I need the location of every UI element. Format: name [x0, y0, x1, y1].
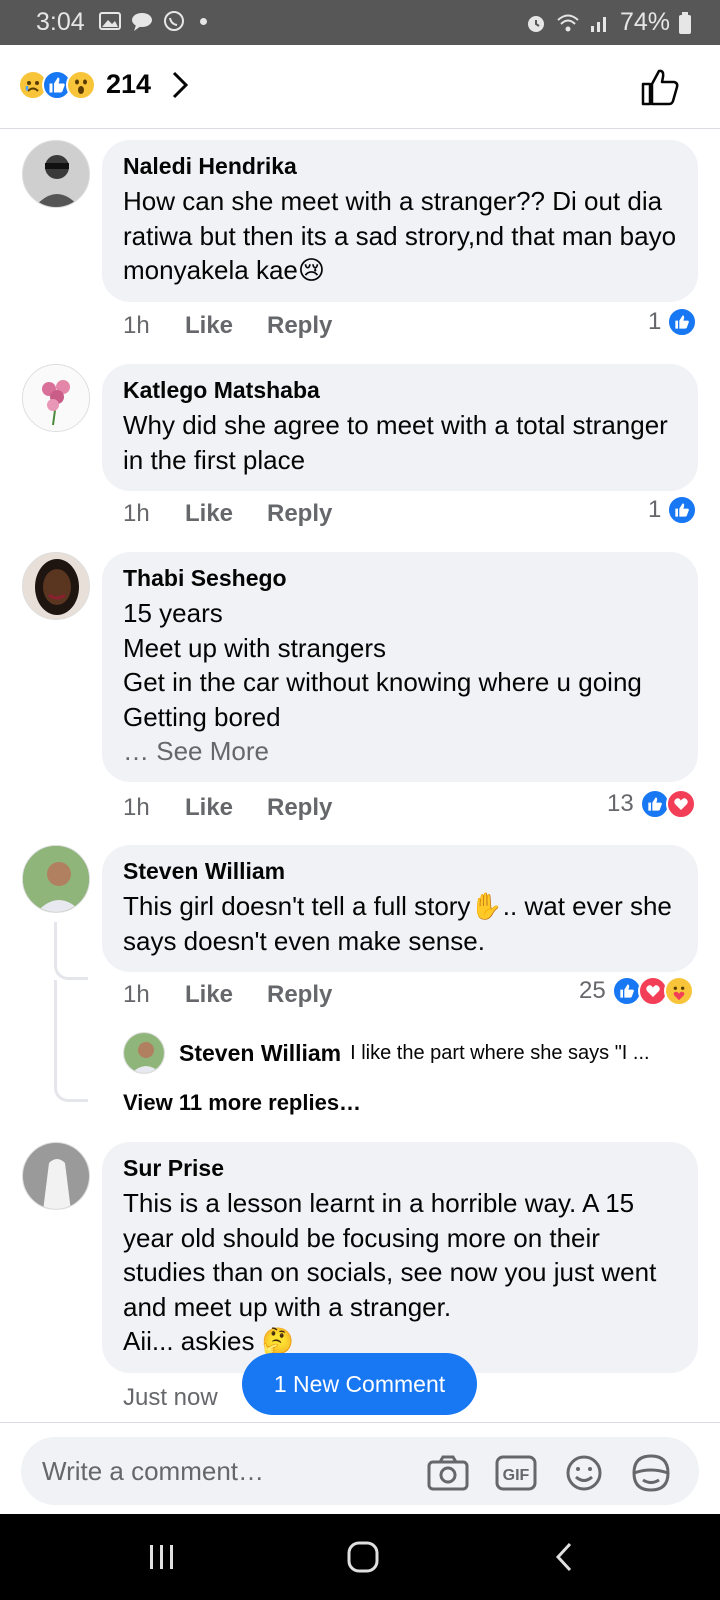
back-icon[interactable] [544, 1540, 584, 1574]
like-reaction-icon [667, 307, 698, 337]
wifi-icon [557, 14, 579, 31]
signal-icon [590, 16, 606, 32]
reaction-count: 25 [579, 977, 606, 1004]
like-reaction-icon [667, 495, 698, 525]
chevron-right-icon [173, 71, 189, 98]
thread-line [54, 980, 88, 1102]
gif-icon[interactable]: GIF [494, 1453, 538, 1493]
reactions-summary[interactable]: 214 [18, 69, 189, 100]
avatar[interactable] [22, 140, 90, 208]
reply-button[interactable]: Reply [267, 500, 332, 528]
reply-button[interactable]: Reply [267, 312, 332, 340]
reaction-count: 214 [106, 69, 152, 99]
composer-box: GIF [21, 1437, 699, 1505]
comment-text: Why did she agree to meet with a total s… [123, 410, 668, 475]
reaction-count: 1 [648, 308, 662, 335]
alarm-icon [527, 15, 544, 32]
recents-icon[interactable] [142, 1540, 182, 1574]
status-time: 3:04 [36, 8, 85, 36]
view-more-replies-link[interactable]: View 11 more replies… [123, 1090, 361, 1116]
reply-button[interactable]: Reply [267, 981, 332, 1009]
sticker-icon[interactable] [629, 1453, 673, 1493]
comment-author[interactable]: Naledi Hendrika [123, 152, 678, 180]
care-reaction-icon [663, 976, 694, 1006]
comment-text: This girl doesn't tell a full story✋.. w… [123, 891, 672, 956]
comment-text: How can she meet with a stranger?? Di ou… [123, 186, 677, 285]
comment-bubble[interactable]: Steven William This girl doesn't tell a … [102, 845, 698, 972]
reaction-count: 1 [648, 496, 662, 523]
love-reaction-icon [665, 789, 696, 819]
comment-bubble[interactable]: Katlego Matshaba Why did she agree to me… [102, 364, 698, 491]
thread-line [54, 922, 88, 980]
comment-time: 1h [123, 500, 150, 527]
comment-author[interactable]: Sur Prise [123, 1154, 678, 1182]
comment-author[interactable]: Steven William [123, 857, 678, 885]
like-button[interactable]: Like [185, 500, 267, 528]
comment-text: 15 years Meet up with strangers Get in t… [123, 598, 642, 732]
picture-icon [99, 12, 121, 30]
camera-icon[interactable] [426, 1453, 470, 1493]
see-more-link[interactable]: … See More [123, 734, 678, 768]
avatar[interactable] [123, 1032, 165, 1074]
reactions-header: 214 [0, 45, 720, 129]
avatar[interactable] [22, 845, 90, 913]
chat-icon [132, 13, 152, 31]
gif-label: GIF [503, 1467, 530, 1484]
reply-preview[interactable]: Steven William I like the part where she… [123, 1032, 650, 1074]
comment-bubble[interactable]: Thabi Seshego 15 years Meet up with stra… [102, 552, 698, 782]
comment-bubble[interactable]: Sur Prise This is a lesson learnt in a h… [102, 1142, 698, 1373]
comment-reactions[interactable]: 25 [579, 976, 694, 1006]
comment-bubble[interactable]: Naledi Hendrika How can she meet with a … [102, 140, 698, 302]
avatar[interactable] [22, 1142, 90, 1210]
reply-button[interactable]: Reply [267, 794, 332, 822]
comment-author[interactable]: Katlego Matshaba [123, 376, 678, 404]
like-button[interactable]: Like [185, 981, 267, 1009]
comment-author[interactable]: Thabi Seshego [123, 564, 678, 592]
new-comment-button[interactable]: 1 New Comment [242, 1353, 477, 1415]
reply-text: I like the part where she says "I ... [350, 1041, 650, 1064]
system-navigation-bar [0, 1514, 720, 1600]
like-button[interactable]: Like [185, 794, 267, 822]
thumbs-up-icon[interactable] [640, 67, 680, 107]
emoji-icon[interactable] [562, 1453, 606, 1493]
comment-time: Just now [123, 1384, 218, 1411]
like-button[interactable]: Like [185, 312, 267, 340]
battery-icon [679, 11, 691, 34]
notification-dot [200, 17, 207, 25]
home-icon[interactable] [343, 1540, 383, 1574]
wow-reaction-icon [66, 69, 96, 100]
comment-reactions[interactable]: 13 [607, 789, 696, 819]
reply-author[interactable]: Steven William [179, 1040, 341, 1067]
avatar[interactable] [22, 552, 90, 620]
avatar[interactable] [22, 364, 90, 432]
comment-composer: GIF [0, 1422, 720, 1514]
whatsapp-icon [164, 11, 184, 31]
comment-reactions[interactable]: 1 [648, 307, 698, 337]
comment-time: 1h [123, 312, 150, 339]
comment-input[interactable] [42, 1451, 422, 1491]
comment-text: This is a lesson learnt in a horrible wa… [123, 1188, 657, 1356]
battery-percent: 74% [619, 8, 670, 36]
comment-time: 1h [123, 981, 150, 1008]
comment-time: 1h [123, 794, 150, 821]
reaction-count: 13 [607, 790, 634, 817]
comment-reactions[interactable]: 1 [648, 495, 698, 525]
status-bar: 3:04 74% [0, 0, 720, 45]
